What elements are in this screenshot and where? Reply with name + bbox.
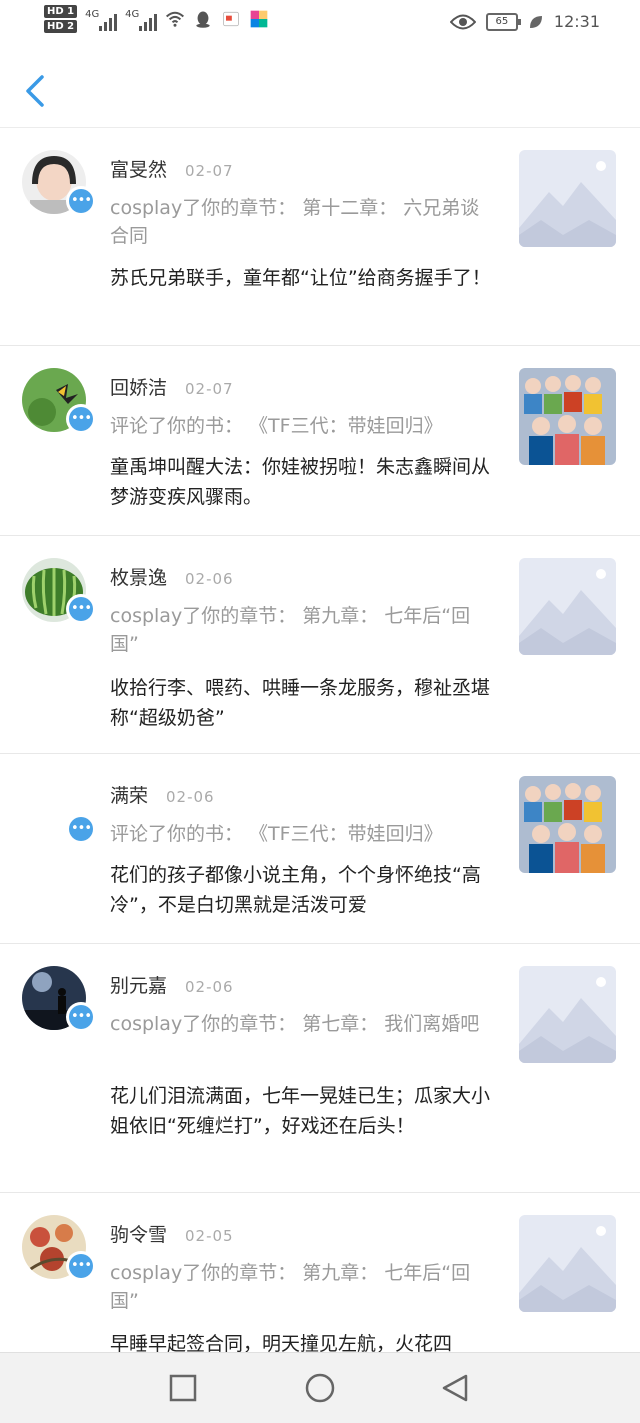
action-text[interactable]: cosplay了你的章节： 第九章： 七年后“回国” — [110, 602, 495, 658]
user-name[interactable]: 满荣 — [110, 785, 148, 807]
user-name-line: 富旻然 02-07 — [110, 155, 234, 182]
comment-text: 苏氏兄弟联手，童年都“让位”给商务握手了！ — [110, 267, 491, 289]
network-type-1: 4G — [85, 9, 100, 20]
action-text[interactable]: cosplay了你的章节： 第十二章： 六兄弟谈合同 — [110, 194, 495, 250]
chapter-thumbnail[interactable] — [519, 150, 616, 247]
comment-bubble-icon: ••• — [69, 189, 93, 213]
post-date: 02-06 — [166, 788, 215, 806]
sim2-badge: HD 2 — [44, 20, 78, 33]
colorful-app-icon — [250, 10, 268, 28]
action-text[interactable]: cosplay了你的章节： 第九章： 七年后“回国” — [110, 1259, 495, 1315]
leaf-icon — [529, 15, 542, 28]
list-item[interactable]: ••• 枚景逸 02-06 cosplay了你的章节： 第九章： 七年后“回国” … — [0, 536, 640, 754]
sim1-badge: HD 1 — [44, 5, 78, 18]
post-date: 02-05 — [185, 1227, 234, 1245]
eye-comfort-icon — [449, 14, 476, 29]
user-name[interactable]: 富旻然 — [110, 159, 167, 181]
comment-bubble-icon: ••• — [69, 407, 93, 431]
comment-badge: ••• — [66, 594, 96, 624]
comment-badge: ••• — [66, 186, 96, 216]
app-notification-icon — [223, 11, 240, 27]
signal-2-icon: 4G — [125, 7, 158, 31]
user-name-line: 驹令雪 02-05 — [110, 1220, 234, 1247]
comment-bubble-icon: ••• — [69, 597, 93, 621]
post-date: 02-07 — [185, 162, 234, 180]
comment-bubble-icon: ••• — [69, 1254, 93, 1278]
chapter-thumbnail[interactable] — [519, 966, 616, 1063]
page-header — [0, 45, 640, 128]
action-text[interactable]: 评论了你的书： 《TF三代：带娃回归》 — [110, 412, 495, 440]
comment-badge: ••• — [66, 1251, 96, 1281]
back-triangle-icon[interactable] — [438, 1371, 472, 1405]
chapter-thumbnail[interactable] — [519, 558, 616, 655]
list-item[interactable]: ••• 别元嘉 02-06 cosplay了你的章节： 第七章： 我们离婚吧 花儿… — [0, 944, 640, 1193]
signal-1-icon: 4G — [85, 7, 118, 31]
list-item[interactable]: ••• 富旻然 02-07 cosplay了你的章节： 第十二章： 六兄弟谈合同 … — [0, 128, 640, 346]
comment-badge: ••• — [66, 1002, 96, 1032]
post-date: 02-06 — [185, 978, 234, 996]
comment-bubble-icon: ••• — [69, 1005, 93, 1029]
comment-badge: ••• — [66, 404, 96, 434]
user-name-line: 枚景逸 02-06 — [110, 563, 234, 590]
comment-text: 花们的孩子都像小说主角，个个身怀绝技“高冷”，不是白切黑就是活泼可爱 — [110, 864, 481, 916]
list-item[interactable]: ••• 满荣 02-06 评论了你的书： 《TF三代：带娃回归》 花们的孩子都像小… — [0, 754, 640, 944]
comment-text: 花儿们泪流满面，七年一晃娃已生；瓜家大小姐依旧“死缠烂打”，好戏还在后头！ — [110, 1085, 491, 1137]
action-text[interactable]: 评论了你的书： 《TF三代：带娃回归》 — [110, 820, 495, 848]
status-right: 65 12:31 — [449, 12, 600, 31]
list-item[interactable]: ••• 驹令雪 02-05 cosplay了你的章节： 第九章： 七年后“回国” … — [0, 1193, 640, 1373]
home-circle-icon[interactable] — [303, 1371, 337, 1405]
user-name-line: 别元嘉 02-06 — [110, 971, 234, 998]
chapter-thumbnail[interactable] — [519, 1215, 616, 1312]
wifi-icon — [166, 11, 185, 27]
network-type-2: 4G — [125, 9, 140, 20]
status-left: HD 1 HD 2 4G 4G — [44, 5, 269, 33]
post-date: 02-06 — [185, 570, 234, 588]
comment-text: 童禹坤叫醒大法：你娃被拐啦！朱志鑫瞬间从梦游变疾风骤雨。 — [110, 456, 491, 508]
list-item[interactable]: ••• 回娇洁 02-07 评论了你的书： 《TF三代：带娃回归》 童禹坤叫醒大法… — [0, 346, 640, 536]
user-name[interactable]: 回娇洁 — [110, 377, 167, 399]
sim-indicators: HD 1 HD 2 — [44, 5, 78, 33]
user-name[interactable]: 驹令雪 — [110, 1224, 167, 1246]
status-bar: HD 1 HD 2 4G 4G 65 12:31 — [0, 0, 640, 45]
user-name-line: 回娇洁 02-07 — [110, 373, 234, 400]
user-name[interactable]: 枚景逸 — [110, 567, 167, 589]
comment-bubble-icon: ••• — [69, 817, 93, 841]
system-navigation-bar — [0, 1352, 640, 1423]
book-thumbnail[interactable] — [519, 368, 616, 465]
comment-text: 收拾行李、喂药、哄睡一条龙服务，穆祉丞堪称“超级奶爸” — [110, 677, 491, 729]
user-name[interactable]: 别元嘉 — [110, 975, 167, 997]
recent-apps-square-icon[interactable] — [166, 1371, 200, 1405]
qq-icon — [196, 11, 210, 28]
comment-badge: ••• — [66, 814, 96, 844]
book-thumbnail[interactable] — [519, 776, 616, 873]
clock: 12:31 — [553, 12, 600, 31]
notification-list: ••• 富旻然 02-07 cosplay了你的章节： 第十二章： 六兄弟谈合同 … — [0, 128, 640, 1373]
user-name-line: 满荣 02-06 — [110, 781, 215, 808]
action-text[interactable]: cosplay了你的章节： 第七章： 我们离婚吧 — [110, 1010, 495, 1038]
post-date: 02-07 — [185, 380, 234, 398]
back-chevron-icon[interactable] — [20, 71, 50, 111]
battery-icon: 65 — [485, 12, 521, 31]
